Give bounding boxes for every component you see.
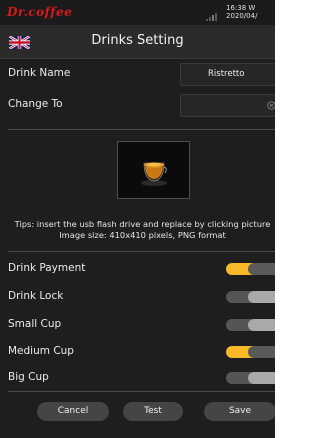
- drink-payment-toggle[interactable]: [226, 263, 275, 275]
- divider: [8, 251, 275, 252]
- page-title: Drinks Setting: [91, 33, 184, 48]
- toggle-knob: [248, 346, 275, 358]
- big-cup-label: Big Cup: [8, 371, 49, 383]
- picture-tip-text: Tips: insert the usb flash drive and rep…: [14, 219, 271, 229]
- test-button[interactable]: Test: [123, 402, 183, 421]
- picture-size-text: Image size: 410x410 pixels, PNG format: [59, 230, 226, 240]
- change-to-input[interactable]: [180, 94, 275, 117]
- signal-icon: [206, 13, 220, 21]
- app-screen: Dr.coffee 16:38 W 2020/04/ Drinks Settin…: [0, 0, 275, 438]
- toggle-knob: [248, 319, 275, 331]
- cancel-button[interactable]: Cancel: [37, 402, 109, 421]
- drink-name-label: Drink Name: [8, 67, 71, 79]
- clock-date: 2020/04/: [226, 12, 258, 20]
- clock-time: 16:38 W: [226, 4, 256, 12]
- clear-icon[interactable]: [267, 101, 275, 110]
- status-bar: Dr.coffee 16:38 W 2020/04/: [0, 0, 275, 25]
- medium-cup-toggle[interactable]: [226, 346, 275, 358]
- divider: [8, 129, 275, 130]
- toggle-knob: [248, 372, 275, 384]
- big-cup-toggle[interactable]: [226, 372, 275, 384]
- clock: 16:38 W 2020/04/: [226, 4, 257, 20]
- small-cup-toggle[interactable]: [226, 319, 275, 331]
- brand-logo: Dr.coffee: [7, 5, 73, 19]
- drink-picture[interactable]: [117, 141, 190, 199]
- change-to-label: Change To: [8, 98, 63, 110]
- drink-name-field[interactable]: Ristretto: [180, 63, 275, 86]
- drink-name-value: Ristretto: [208, 69, 245, 79]
- drink-payment-label: Drink Payment: [8, 262, 86, 274]
- espresso-cup-icon: [141, 162, 167, 186]
- toggle-knob: [248, 263, 275, 275]
- save-button[interactable]: Save: [204, 402, 275, 421]
- medium-cup-label: Medium Cup: [8, 345, 74, 357]
- toggle-knob: [248, 291, 275, 303]
- small-cup-label: Small Cup: [8, 318, 62, 330]
- drink-lock-label: Drink Lock: [8, 290, 64, 302]
- title-bar: Drinks Setting: [0, 25, 275, 59]
- drink-lock-toggle[interactable]: [226, 291, 275, 303]
- divider: [8, 391, 275, 392]
